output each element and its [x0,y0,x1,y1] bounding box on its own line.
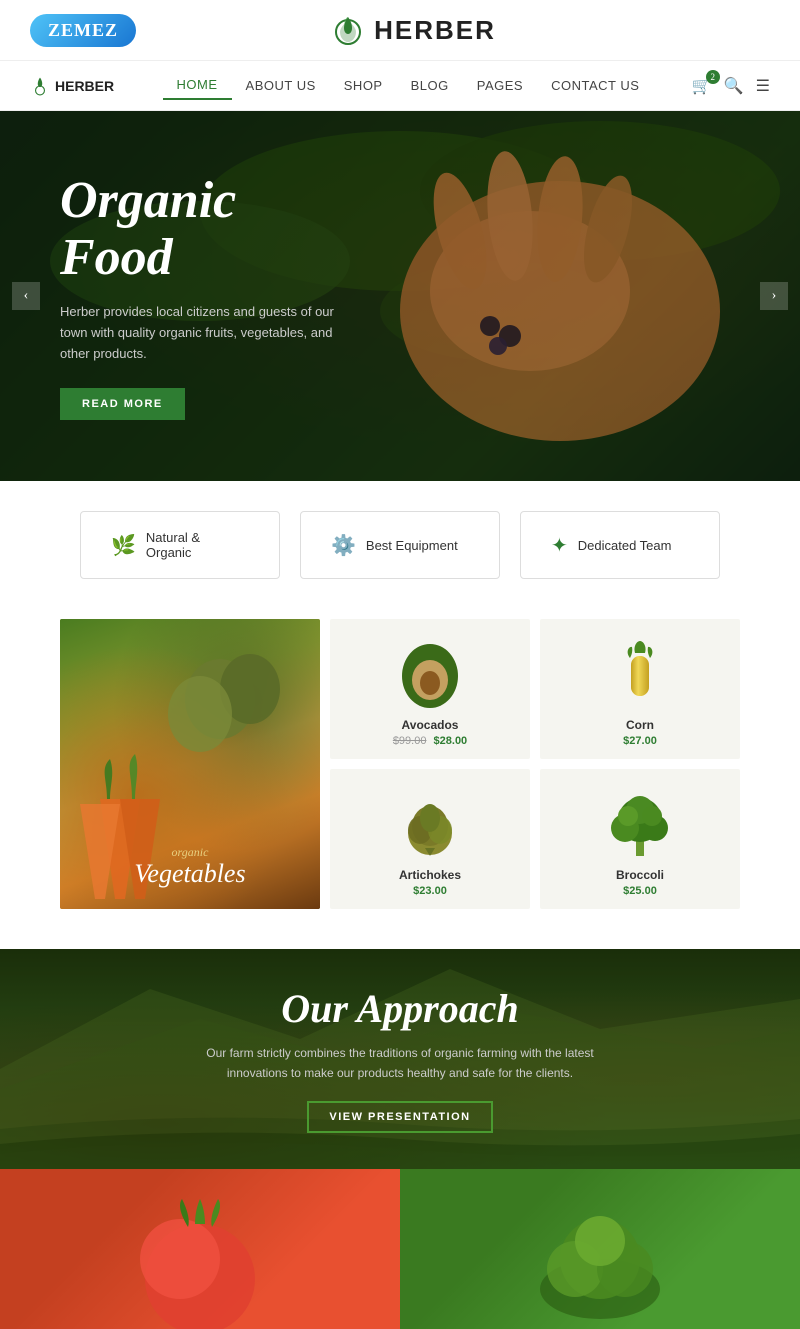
search-button[interactable]: 🔍 [724,76,744,96]
products-section: organic Vegetables Avocados $99.00 $28.0… [0,609,800,949]
hero-description: Herber provides local citizens and guest… [60,302,360,364]
team-icon: ✦ [551,533,568,558]
zemez-logo[interactable]: ZEMEZ [30,14,136,47]
corn-name: Corn [626,718,654,732]
hero-content: Organic Food Herber provides local citiz… [0,122,420,471]
product-artichoke[interactable]: Artichokes $23.00 [330,769,530,909]
bottom-card-herb[interactable] [400,1169,800,1329]
corn-price-new: $27.00 [623,735,657,747]
hero-section: Organic Food Herber provides local citiz… [0,111,800,481]
natural-icon: 🌿 [111,533,136,558]
natural-label: Natural & Organic [146,530,249,560]
features-section: 🌿 Natural & Organic ⚙️ Best Equipment ✦ … [0,481,800,609]
bottom-card-tomato[interactable] [0,1169,400,1329]
avocado-image [385,635,475,710]
nav-item-home[interactable]: HOME [163,71,232,100]
brand-logo: HERBER [330,12,496,48]
cart-badge: 2 [706,70,720,84]
equipment-icon: ⚙️ [331,533,356,558]
nav-brand-icon [30,76,50,96]
hero-read-more-button[interactable]: READ MORE [60,388,185,420]
slider-next-button[interactable]: › [760,282,788,310]
equipment-label: Best Equipment [366,538,458,553]
artichoke-name: Artichokes [399,868,461,882]
avocado-price-old: $99.00 [393,735,427,747]
broccoli-svg [600,788,680,858]
feature-natural[interactable]: 🌿 Natural & Organic [80,511,280,579]
product-broccoli[interactable]: Broccoli $25.00 [540,769,740,909]
approach-content: Our Approach Our farm strictly combines … [180,965,620,1152]
corn-price: $27.00 [623,735,657,747]
product-corn[interactable]: Corn $27.00 [540,619,740,759]
nav-logo-small[interactable]: HERBER [30,76,114,96]
broccoli-image [595,785,685,860]
approach-section: Our Approach Our farm strictly combines … [0,949,800,1169]
featured-image[interactable]: organic Vegetables [60,619,320,909]
feature-equipment[interactable]: ⚙️ Best Equipment [300,511,500,579]
corn-svg [605,638,675,708]
bottom-section [0,1169,800,1329]
tomato-illustration [100,1169,300,1329]
navigation: HERBER HOME ABOUT US SHOP BLOG PAGES CON… [0,60,800,111]
cart-button[interactable]: 🛒2 [692,76,712,96]
artichoke-svg [390,788,470,858]
team-label: Dedicated Team [578,538,672,553]
avocado-svg [390,638,470,708]
approach-title: Our Approach [200,985,600,1032]
products-grid: Avocados $99.00 $28.00 [330,619,740,909]
avocado-name: Avocados [402,718,459,732]
corn-image [595,635,685,710]
nav-item-shop[interactable]: SHOP [330,72,397,99]
featured-subtitle: organic [134,845,245,860]
avocado-price: $99.00 $28.00 [393,735,467,747]
top-bar: ZEMEZ HERBER [0,0,800,60]
nav-item-contact[interactable]: CONTACT US [537,72,653,99]
brand-icon [330,12,366,48]
broccoli-price: $25.00 [623,885,657,897]
featured-title: Vegetables [134,860,245,889]
approach-description: Our farm strictly combines the tradition… [200,1044,600,1082]
nav-item-about[interactable]: ABOUT US [232,72,330,99]
slider-prev-button[interactable]: ‹ [12,282,40,310]
broccoli-name: Broccoli [616,868,664,882]
broccoli-price-new: $25.00 [623,885,657,897]
artichoke-price-new: $23.00 [413,885,447,897]
nav-icons: 🛒2 🔍 ☰ [692,76,770,96]
nav-item-blog[interactable]: BLOG [397,72,463,99]
nav-brand-name: HERBER [55,78,114,94]
artichoke-image [385,785,475,860]
product-avocado[interactable]: Avocados $99.00 $28.00 [330,619,530,759]
brand-name: HERBER [374,15,496,46]
artichoke-price: $23.00 [413,885,447,897]
nav-item-pages[interactable]: PAGES [463,72,537,99]
featured-text: organic Vegetables [134,845,245,889]
feature-team[interactable]: ✦ Dedicated Team [520,511,720,579]
approach-cta-button[interactable]: VIEW PRESENTATION [307,1101,492,1133]
nav-items: HOME ABOUT US SHOP BLOG PAGES CONTACT US [144,71,672,100]
menu-button[interactable]: ☰ [756,76,770,96]
herb-illustration [500,1169,700,1329]
hero-title: Organic Food [60,172,360,286]
avocado-price-new: $28.00 [434,735,468,747]
